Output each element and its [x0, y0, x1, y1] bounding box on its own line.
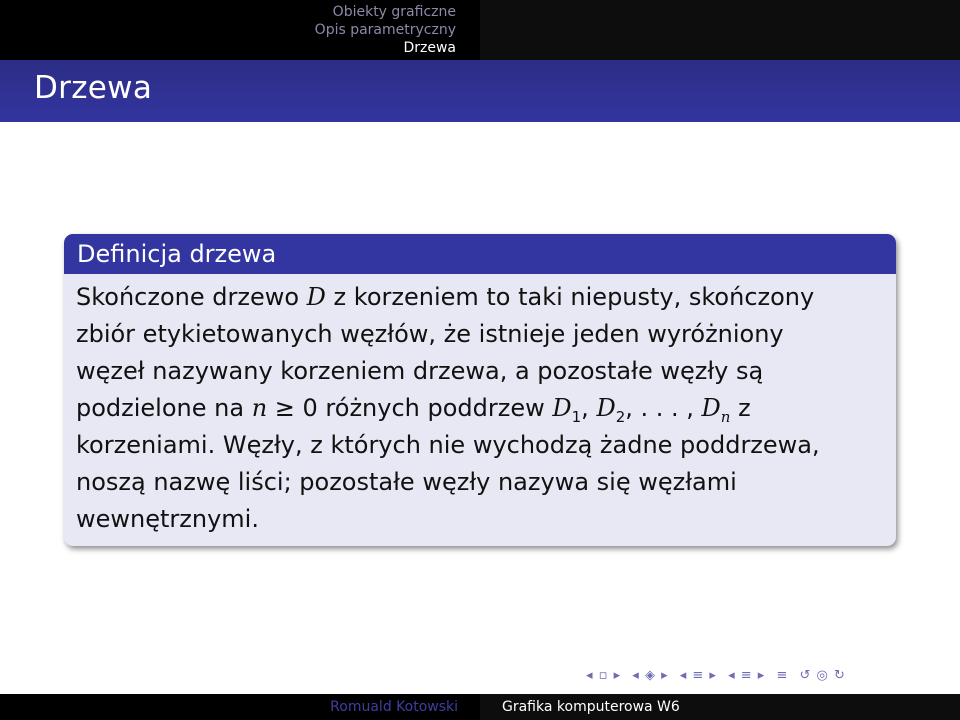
definition-line-2: zbiór etykietowanych węzłów, że istnieje… — [76, 320, 784, 348]
section-navigation: Obiekty graficzne Opis parametryczny Drz… — [0, 0, 480, 60]
definition-line-6: noszą nazwę liści; pozostałe węzły nazyw… — [76, 468, 737, 496]
definition-block-header: Definicja drzewa — [64, 234, 896, 274]
nav-section-obiekty-graficzne[interactable]: Obiekty graficzne — [333, 3, 456, 21]
document-nav-icon[interactable]: ◂ ≡ ▸ — [728, 668, 765, 683]
search-back-icon[interactable]: ↺ ◎ ↻ — [800, 668, 846, 683]
definition-line-1: Skończone drzewo D z korzeniem to taki n… — [76, 283, 815, 311]
definition-line-5: korzeniami. Węzły, z których nie wychodz… — [76, 431, 820, 459]
frame-title: Drzewa — [34, 70, 153, 106]
definition-line-7: wewnętrznymi. — [76, 505, 259, 533]
definition-line-3: węzeł nazywany korzeniem drzewa, a pozos… — [76, 357, 764, 385]
frame-nav-icon[interactable]: ◂ ▫ ▸ — [586, 668, 621, 683]
header-right-panel — [480, 0, 960, 60]
appendix-nav-icon[interactable]: ≡ — [776, 668, 788, 683]
nav-section-drzewa[interactable]: Drzewa — [403, 39, 456, 57]
section-nav-icon[interactable]: ◂ ≡ ▸ — [680, 668, 717, 683]
definition-body: Skończone drzewo D z korzeniem to taki n… — [64, 274, 896, 538]
definition-block: Definicja drzewa Skończone drzewo D z ko… — [64, 234, 896, 546]
definition-line-4: podzielone na n ≥ 0 różnych poddrzew D1,… — [76, 394, 751, 426]
nav-section-opis-parametryczny[interactable]: Opis parametryczny — [315, 21, 456, 39]
frame-title-bar: Drzewa — [0, 60, 960, 122]
footer-course: Grafika komputerowa W6 — [480, 694, 960, 720]
footline: Romuald Kotowski Grafika komputerowa W6 — [0, 694, 960, 720]
subsection-nav-icon[interactable]: ◂ ◈ ▸ — [632, 668, 668, 683]
header-bar: Obiekty graficzne Opis parametryczny Drz… — [0, 0, 960, 60]
beamer-navigation-symbols: ◂ ▫ ▸ ◂ ◈ ▸ ◂ ≡ ▸ ◂ ≡ ▸ ≡ ↺ ◎ ↻ — [586, 668, 852, 683]
footer-author: Romuald Kotowski — [330, 699, 458, 715]
definition-title: Definicja drzewa — [77, 240, 277, 268]
